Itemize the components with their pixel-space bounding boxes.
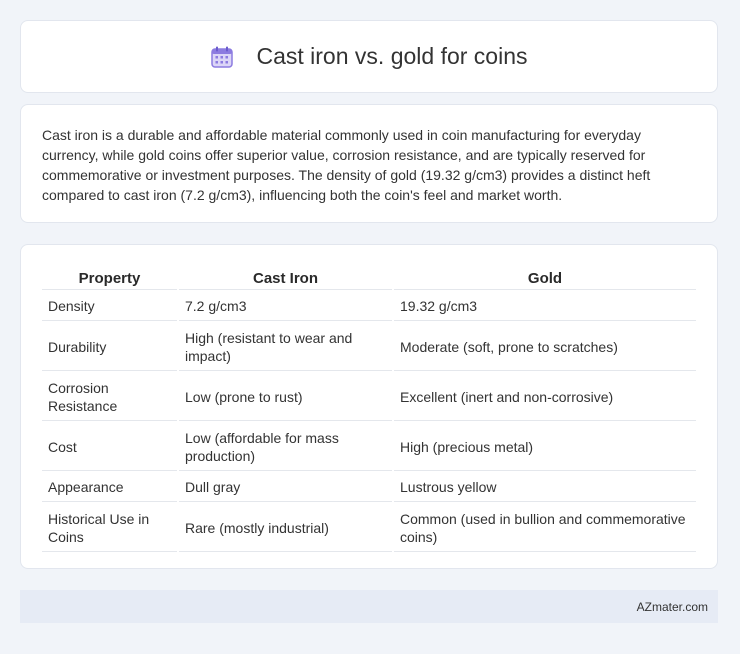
footer: AZmater.com [20,590,718,623]
header-cast-iron: Cast Iron [179,267,392,290]
row-property: Historical Use in Coins [42,504,177,552]
row-cast-iron: Low (prone to rust) [179,373,392,421]
row-gold: Moderate (soft, prone to scratches) [394,323,696,371]
row-property: Durability [42,323,177,371]
row-property: Cost [42,423,177,471]
intro-text: Cast iron is a durable and affordable ma… [42,127,651,203]
row-property: Appearance [42,473,177,502]
table-row: Corrosion Resistance Low (prone to rust)… [42,373,696,421]
table-header-row: Property Cast Iron Gold [42,267,696,290]
title-card: Cast iron vs. gold for coins [20,20,718,93]
row-cast-iron: Rare (mostly industrial) [179,504,392,552]
row-gold: 19.32 g/cm3 [394,292,696,321]
row-cast-iron: Low (affordable for mass production) [179,423,392,471]
comparison-card: Property Cast Iron Gold Density 7.2 g/cm… [20,244,718,569]
row-gold: High (precious metal) [394,423,696,471]
row-property: Corrosion Resistance [42,373,177,421]
table-row: Appearance Dull gray Lustrous yellow [42,473,696,502]
intro-card: Cast iron is a durable and affordable ma… [20,104,718,223]
table-row: Cost Low (affordable for mass production… [42,423,696,471]
calendar-icon [211,46,234,68]
footer-site-link[interactable]: AZmater.com [637,600,708,614]
row-cast-iron: High (resistant to wear and impact) [179,323,392,371]
table-row: Durability High (resistant to wear and i… [42,323,696,371]
comparison-table: Property Cast Iron Gold Density 7.2 g/cm… [40,265,698,554]
row-gold: Lustrous yellow [394,473,696,502]
header-gold: Gold [394,267,696,290]
table-row: Historical Use in Coins Rare (mostly ind… [42,504,696,552]
row-cast-iron: 7.2 g/cm3 [179,292,392,321]
row-gold: Common (used in bullion and commemorativ… [394,504,696,552]
table-row: Density 7.2 g/cm3 19.32 g/cm3 [42,292,696,321]
page-title: Cast iron vs. gold for coins [256,43,528,69]
header-property: Property [42,267,177,290]
row-gold: Excellent (inert and non-corrosive) [394,373,696,421]
row-cast-iron: Dull gray [179,473,392,502]
row-property: Density [42,292,177,321]
